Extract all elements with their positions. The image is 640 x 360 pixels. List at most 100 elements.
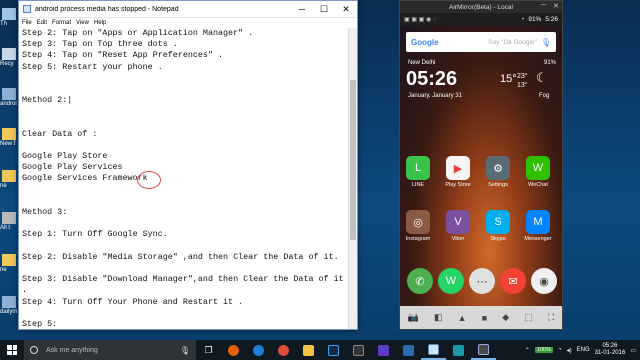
app-label: Skype xyxy=(490,236,506,242)
app-messenger[interactable]: M Messenger xyxy=(522,210,554,242)
network-icon[interactable]: ◔ xyxy=(558,347,562,353)
mic-icon[interactable]: 🎙 xyxy=(180,346,190,355)
minimize-button[interactable]: ─ xyxy=(541,2,546,9)
rotate-icon[interactable]: ◧ xyxy=(434,312,443,323)
task-view-button[interactable]: ❐ xyxy=(196,340,221,360)
tray-overflow-icon[interactable]: ⌃ xyxy=(525,347,530,354)
action-center-icon[interactable]: ▭ xyxy=(630,347,636,354)
mirror-icon[interactable]: ⬚ xyxy=(524,312,533,323)
desktop-shortcut-icon xyxy=(2,48,16,60)
google-search-bar[interactable]: Google Say "Ok Google" 🎙 xyxy=(406,32,556,52)
menu-file[interactable]: File xyxy=(22,20,32,26)
mic-icon[interactable]: 🎙 xyxy=(541,38,551,47)
edge-icon[interactable] xyxy=(246,340,271,360)
cortana-search-box[interactable]: Ask me anything 🎙 xyxy=(24,340,196,360)
desktop-icon-label: androi xyxy=(0,101,17,107)
notepad-window[interactable]: android process media has stopped - Note… xyxy=(18,0,358,330)
taskbar: Ask me anything 🎙 ❐ ⌃ 100% ◔ ◂) ENG 05:2… xyxy=(0,340,640,360)
app-label: Messenger xyxy=(524,236,552,242)
desktop-icon[interactable]: All t xyxy=(0,212,20,232)
close-button[interactable]: ✕ xyxy=(335,1,357,18)
desktop-icon[interactable]: New f xyxy=(0,128,20,148)
android-status-bar: ▣ ▣ ▣ ◉ ◌ ◔ 91% 5:26 xyxy=(400,13,562,26)
text-line xyxy=(22,84,345,95)
messenger-icon: M xyxy=(526,210,550,234)
dock-app[interactable]: ◉ xyxy=(528,268,560,296)
close-button[interactable]: ✕ xyxy=(553,2,559,10)
text-line xyxy=(22,185,345,196)
notepad-taskbar-icon[interactable] xyxy=(421,340,446,360)
menu-help[interactable]: Help xyxy=(94,20,106,26)
widget-battery: 91% xyxy=(543,60,556,66)
airmirror-window[interactable]: AirMirror(Beta) - Local ─ ✕ ▣ ▣ ▣ ◉ ◌ ◔ … xyxy=(399,0,563,330)
app-icon-dark[interactable] xyxy=(346,340,371,360)
app-instagram[interactable]: ◎ Instagram xyxy=(402,210,434,242)
text-line: Step 2: Tap on "Apps or Application Mana… xyxy=(22,28,254,38)
status-battery: 91% xyxy=(528,16,542,23)
fullscreen-icon[interactable]: ⛶ xyxy=(548,312,554,323)
vertical-scrollbar[interactable] xyxy=(348,28,357,329)
app-skype[interactable]: S Skype xyxy=(482,210,514,242)
notepad-titlebar[interactable]: android process media has stopped - Note… xyxy=(19,1,357,18)
app-icon-blue[interactable] xyxy=(396,340,421,360)
app-drawer-icon: ⋯ xyxy=(469,268,495,294)
airmirror-taskbar-icon[interactable] xyxy=(471,340,496,360)
app-wechat[interactable]: W WeChat xyxy=(522,156,554,188)
desktop-icon[interactable]: Th xyxy=(0,8,20,28)
taskbar-clock[interactable]: 05:26 31-01-2016 xyxy=(595,343,626,357)
app-play-store[interactable]: ▶ Play Store xyxy=(442,156,474,188)
text-line: Step 3: Tap on Top three dots . xyxy=(22,39,178,50)
text-line xyxy=(22,118,345,129)
text-line xyxy=(22,196,345,207)
file-explorer-icon[interactable] xyxy=(296,340,321,360)
menu-view[interactable]: View xyxy=(76,20,89,26)
desktop-icon[interactable]: dailym xyxy=(0,296,20,316)
desktop-shortcut-icon xyxy=(2,128,16,140)
app-icon-teal[interactable] xyxy=(446,340,471,360)
android-home-screen[interactable]: Google Say "Ok Google" 🎙 New Delhi 91% 0… xyxy=(400,26,562,306)
desktop-shortcut-icon xyxy=(2,8,16,20)
dock-app[interactable]: ✉ xyxy=(497,268,529,296)
desktop-icon[interactable]: ne xyxy=(0,254,20,274)
desktop-icon[interactable]: Recy xyxy=(0,48,20,68)
search-hint: Say "Ok Google" xyxy=(488,38,537,46)
minimize-button[interactable]: ─ xyxy=(291,1,313,18)
battery-indicator[interactable]: 100% xyxy=(534,347,553,353)
text-line: Step 5: Restart your phone . xyxy=(22,61,163,72)
text-line xyxy=(22,106,345,117)
media-app-icon[interactable] xyxy=(371,340,396,360)
firefox-icon[interactable] xyxy=(221,340,246,360)
clock-widget[interactable]: 05:26 xyxy=(406,68,457,91)
whatsapp-icon: W xyxy=(438,268,464,294)
notepad-text-area[interactable]: Step 2: Tap on "Apps or Application Mana… xyxy=(19,28,348,329)
dock-app[interactable]: W xyxy=(435,268,467,296)
keyboard-icon[interactable]: ◆ xyxy=(502,312,509,323)
desktop-icon[interactable]: androi xyxy=(0,88,20,108)
chrome-icon[interactable] xyxy=(271,340,296,360)
home-icon[interactable]: ▲ xyxy=(458,313,467,323)
search-placeholder: Ask me anything xyxy=(46,346,98,354)
status-time: 5:26 xyxy=(545,16,558,23)
language-indicator[interactable]: ENG xyxy=(577,347,590,353)
start-button[interactable] xyxy=(0,340,24,360)
text-line: Step 2: Disable "Media Storage" ,and the… xyxy=(22,251,339,262)
maximize-button[interactable]: ☐ xyxy=(313,1,335,18)
text-line: Step 1: Turn Off Google Sync. xyxy=(22,229,168,240)
dock-app[interactable]: ✆ xyxy=(404,268,436,296)
menu-format[interactable]: Format xyxy=(52,20,71,26)
volume-icon[interactable]: ◂) xyxy=(567,347,572,354)
desktop-icon[interactable]: ne xyxy=(0,170,20,190)
stop-icon[interactable]: ■ xyxy=(482,313,487,323)
app-settings[interactable]: ⚙ Settings xyxy=(482,156,514,188)
scrollbar-thumb[interactable] xyxy=(350,80,356,240)
dock-app[interactable]: ⋯ xyxy=(466,268,498,296)
text-line: Google Services Framework xyxy=(22,173,148,184)
app-line[interactable]: L LINE xyxy=(402,156,434,188)
desktop-icon-label: Recy xyxy=(0,61,14,67)
app-viber[interactable]: V Viber xyxy=(442,210,474,242)
photoshop-icon[interactable] xyxy=(321,340,346,360)
menu-edit[interactable]: Edit xyxy=(37,20,47,26)
weather-city: New Delhi xyxy=(408,60,436,66)
screenshot-icon[interactable]: 📷 xyxy=(408,312,419,323)
airmirror-titlebar[interactable]: AirMirror(Beta) - Local ─ ✕ xyxy=(400,1,562,13)
